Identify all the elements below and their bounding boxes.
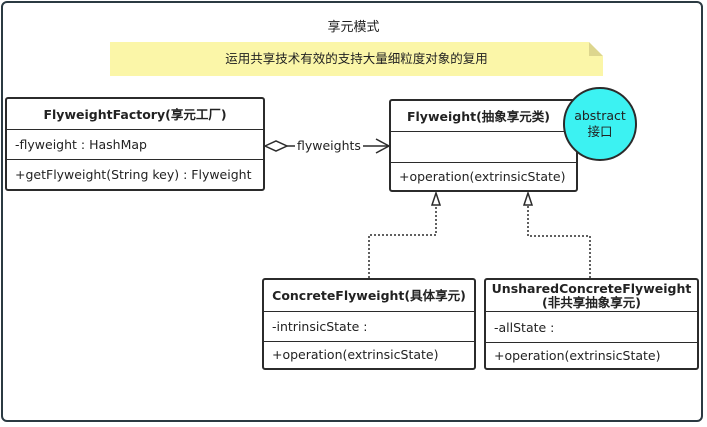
class-attribute: -allState :: [486, 312, 697, 343]
realization-line-concrete: [368, 205, 437, 278]
class-operation: +operation(extrinsicState): [399, 169, 566, 184]
class-unshared-concrete-flyweight[interactable]: UnsharedConcreteFlyweight (非共享抽象享元) -all…: [484, 278, 699, 370]
abstract-interface-badge: abstract 接口: [563, 87, 637, 161]
class-name: UnsharedConcreteFlyweight (非共享抽象享元): [486, 280, 697, 312]
class-flyweight[interactable]: Flyweight(抽象享元类) +operation(extrinsicSta…: [389, 99, 578, 192]
badge-line2: 接口: [587, 124, 613, 139]
class-name: ConcreteFlyweight(具体享元): [264, 280, 474, 312]
badge-line1: abstract: [574, 108, 626, 123]
class-operation: +operation(extrinsicState): [272, 347, 439, 362]
class-name-line1: UnsharedConcreteFlyweight: [491, 281, 692, 296]
class-flyweight-factory[interactable]: FlyweightFactory(享元工厂) -flyweight : Hash…: [5, 97, 265, 191]
class-operation: +operation(extrinsicState): [494, 348, 661, 363]
class-attribute: [391, 132, 576, 163]
class-name: FlyweightFactory(享元工厂): [7, 99, 263, 130]
class-name-line2: (非共享抽象享元): [542, 295, 641, 310]
class-attribute: -intrinsicState :: [264, 312, 474, 342]
class-name: Flyweight(抽象享元类): [391, 101, 576, 132]
class-operation: +getFlyweight(String key) : Flyweight: [15, 167, 252, 182]
realization-line-unshared: [527, 205, 591, 278]
association-label: flyweights: [295, 138, 363, 153]
class-attribute: -flyweight : HashMap: [7, 130, 263, 160]
aggregation-diamond: [263, 140, 289, 152]
realization-arrow-concrete: [430, 190, 442, 206]
realization-arrow-unshared: [522, 190, 534, 206]
class-concrete-flyweight[interactable]: ConcreteFlyweight(具体享元) -intrinsicState …: [262, 278, 476, 370]
